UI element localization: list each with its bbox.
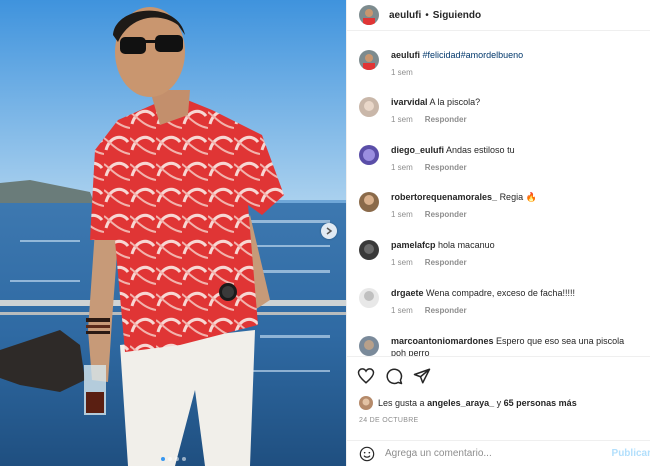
paper-plane-icon[interactable] bbox=[413, 367, 431, 385]
liker-avatar[interactable] bbox=[359, 396, 373, 410]
comment-item: diego_eulufi Andas estiloso tu 1 sem Resp… bbox=[359, 144, 644, 172]
author-avatar[interactable] bbox=[359, 5, 379, 25]
post-photo[interactable] bbox=[0, 0, 346, 466]
carousel-dot bbox=[174, 457, 179, 461]
comment-username[interactable]: diego_eulufi bbox=[391, 145, 444, 155]
commenter-avatar[interactable] bbox=[359, 145, 379, 165]
commenter-avatar[interactable] bbox=[359, 192, 379, 212]
header-separator: • bbox=[425, 9, 429, 21]
reply-button[interactable]: Responder bbox=[425, 306, 467, 315]
photo-scene bbox=[0, 0, 346, 466]
emoji-icon[interactable] bbox=[359, 446, 375, 462]
comment-time[interactable]: 1 sem bbox=[391, 115, 413, 124]
comment-item: drgaete Wena compadre, exceso de facha!!… bbox=[359, 287, 644, 315]
comment-username[interactable]: pamelafcp bbox=[391, 240, 436, 250]
author-avatar[interactable] bbox=[359, 50, 379, 70]
comment-text: Wena compadre, exceso de facha!!!!! bbox=[426, 288, 575, 298]
comment-username[interactable]: marcoantoniomardones bbox=[391, 336, 494, 346]
post-side-panel: aeulufi • Siguiendo aeulufi #felicidad#a… bbox=[346, 0, 650, 466]
comment-bubble-icon[interactable] bbox=[385, 367, 403, 385]
caption: aeulufi #felicidad#amordelbueno 1 sem bbox=[359, 49, 644, 77]
instagram-post: aeulufi • Siguiendo aeulufi #felicidad#a… bbox=[0, 0, 650, 466]
comment-time[interactable]: 1 sem bbox=[391, 163, 413, 172]
reply-button[interactable]: Responder bbox=[425, 258, 467, 267]
follow-status-button[interactable]: Siguiendo bbox=[433, 10, 481, 21]
comments-list[interactable]: aeulufi #felicidad#amordelbueno 1 sem iv… bbox=[347, 44, 650, 356]
likes-count-link[interactable]: 65 personas más bbox=[504, 398, 577, 408]
author-username[interactable]: aeulufi bbox=[389, 10, 421, 21]
comment-text: A la piscola? bbox=[429, 97, 481, 107]
comment-username[interactable]: robertorequenamorales_ bbox=[391, 192, 497, 202]
hashtag-link[interactable]: #amordelbueno bbox=[461, 50, 524, 60]
commenter-avatar[interactable] bbox=[359, 288, 379, 308]
liker-username[interactable]: angeles_araya_ bbox=[427, 398, 494, 408]
comment-item: marcoantoniomardones Espero que eso sea … bbox=[359, 335, 644, 356]
commenter-avatar[interactable] bbox=[359, 97, 379, 117]
commenter-avatar[interactable] bbox=[359, 240, 379, 260]
comment-text: hola macanuo bbox=[438, 240, 495, 250]
likes-connector: y bbox=[496, 398, 502, 408]
heart-icon[interactable] bbox=[357, 367, 375, 385]
publish-button[interactable]: Publicar bbox=[612, 448, 650, 459]
carousel-indicator bbox=[0, 457, 346, 461]
carousel-dot bbox=[160, 457, 165, 461]
comment-item: pamelafcp hola macanuo 1 sem Responder bbox=[359, 239, 644, 267]
action-bar bbox=[347, 356, 650, 395]
next-photo-button[interactable] bbox=[321, 223, 337, 239]
caption-time[interactable]: 1 sem bbox=[391, 68, 413, 77]
comment-time[interactable]: 1 sem bbox=[391, 306, 413, 315]
reply-button[interactable]: Responder bbox=[425, 115, 467, 124]
chevron-right-icon bbox=[326, 227, 333, 235]
likes-summary: Les gusta a angeles_araya_ y 65 personas… bbox=[359, 396, 577, 410]
comment-text: Andas estiloso tu bbox=[446, 145, 515, 155]
comment-item: robertorequenamorales_ Regia 🔥 1 sem Resp… bbox=[359, 191, 644, 219]
post-header: aeulufi • Siguiendo bbox=[347, 0, 650, 31]
add-comment-bar: Publicar bbox=[347, 440, 650, 466]
caption-username[interactable]: aeulufi bbox=[391, 50, 420, 60]
comment-time[interactable]: 1 sem bbox=[391, 258, 413, 267]
carousel-dot bbox=[167, 457, 172, 461]
reply-button[interactable]: Responder bbox=[425, 210, 467, 219]
post-date[interactable]: 24 DE OCTUBRE bbox=[359, 417, 419, 424]
comment-item: ivarvidal A la piscola? 1 sem Responder bbox=[359, 96, 644, 124]
commenter-avatar[interactable] bbox=[359, 336, 379, 356]
comment-username[interactable]: ivarvidal bbox=[391, 97, 428, 107]
hashtag-link[interactable]: #felicidad bbox=[423, 50, 461, 60]
comment-username[interactable]: drgaete bbox=[391, 288, 424, 298]
comment-text: Regia 🔥 bbox=[499, 192, 537, 202]
likes-prefix: Les gusta a bbox=[378, 398, 425, 408]
reply-button[interactable]: Responder bbox=[425, 163, 467, 172]
comment-time[interactable]: 1 sem bbox=[391, 210, 413, 219]
carousel-dot bbox=[181, 457, 186, 461]
comment-input[interactable] bbox=[385, 448, 625, 459]
